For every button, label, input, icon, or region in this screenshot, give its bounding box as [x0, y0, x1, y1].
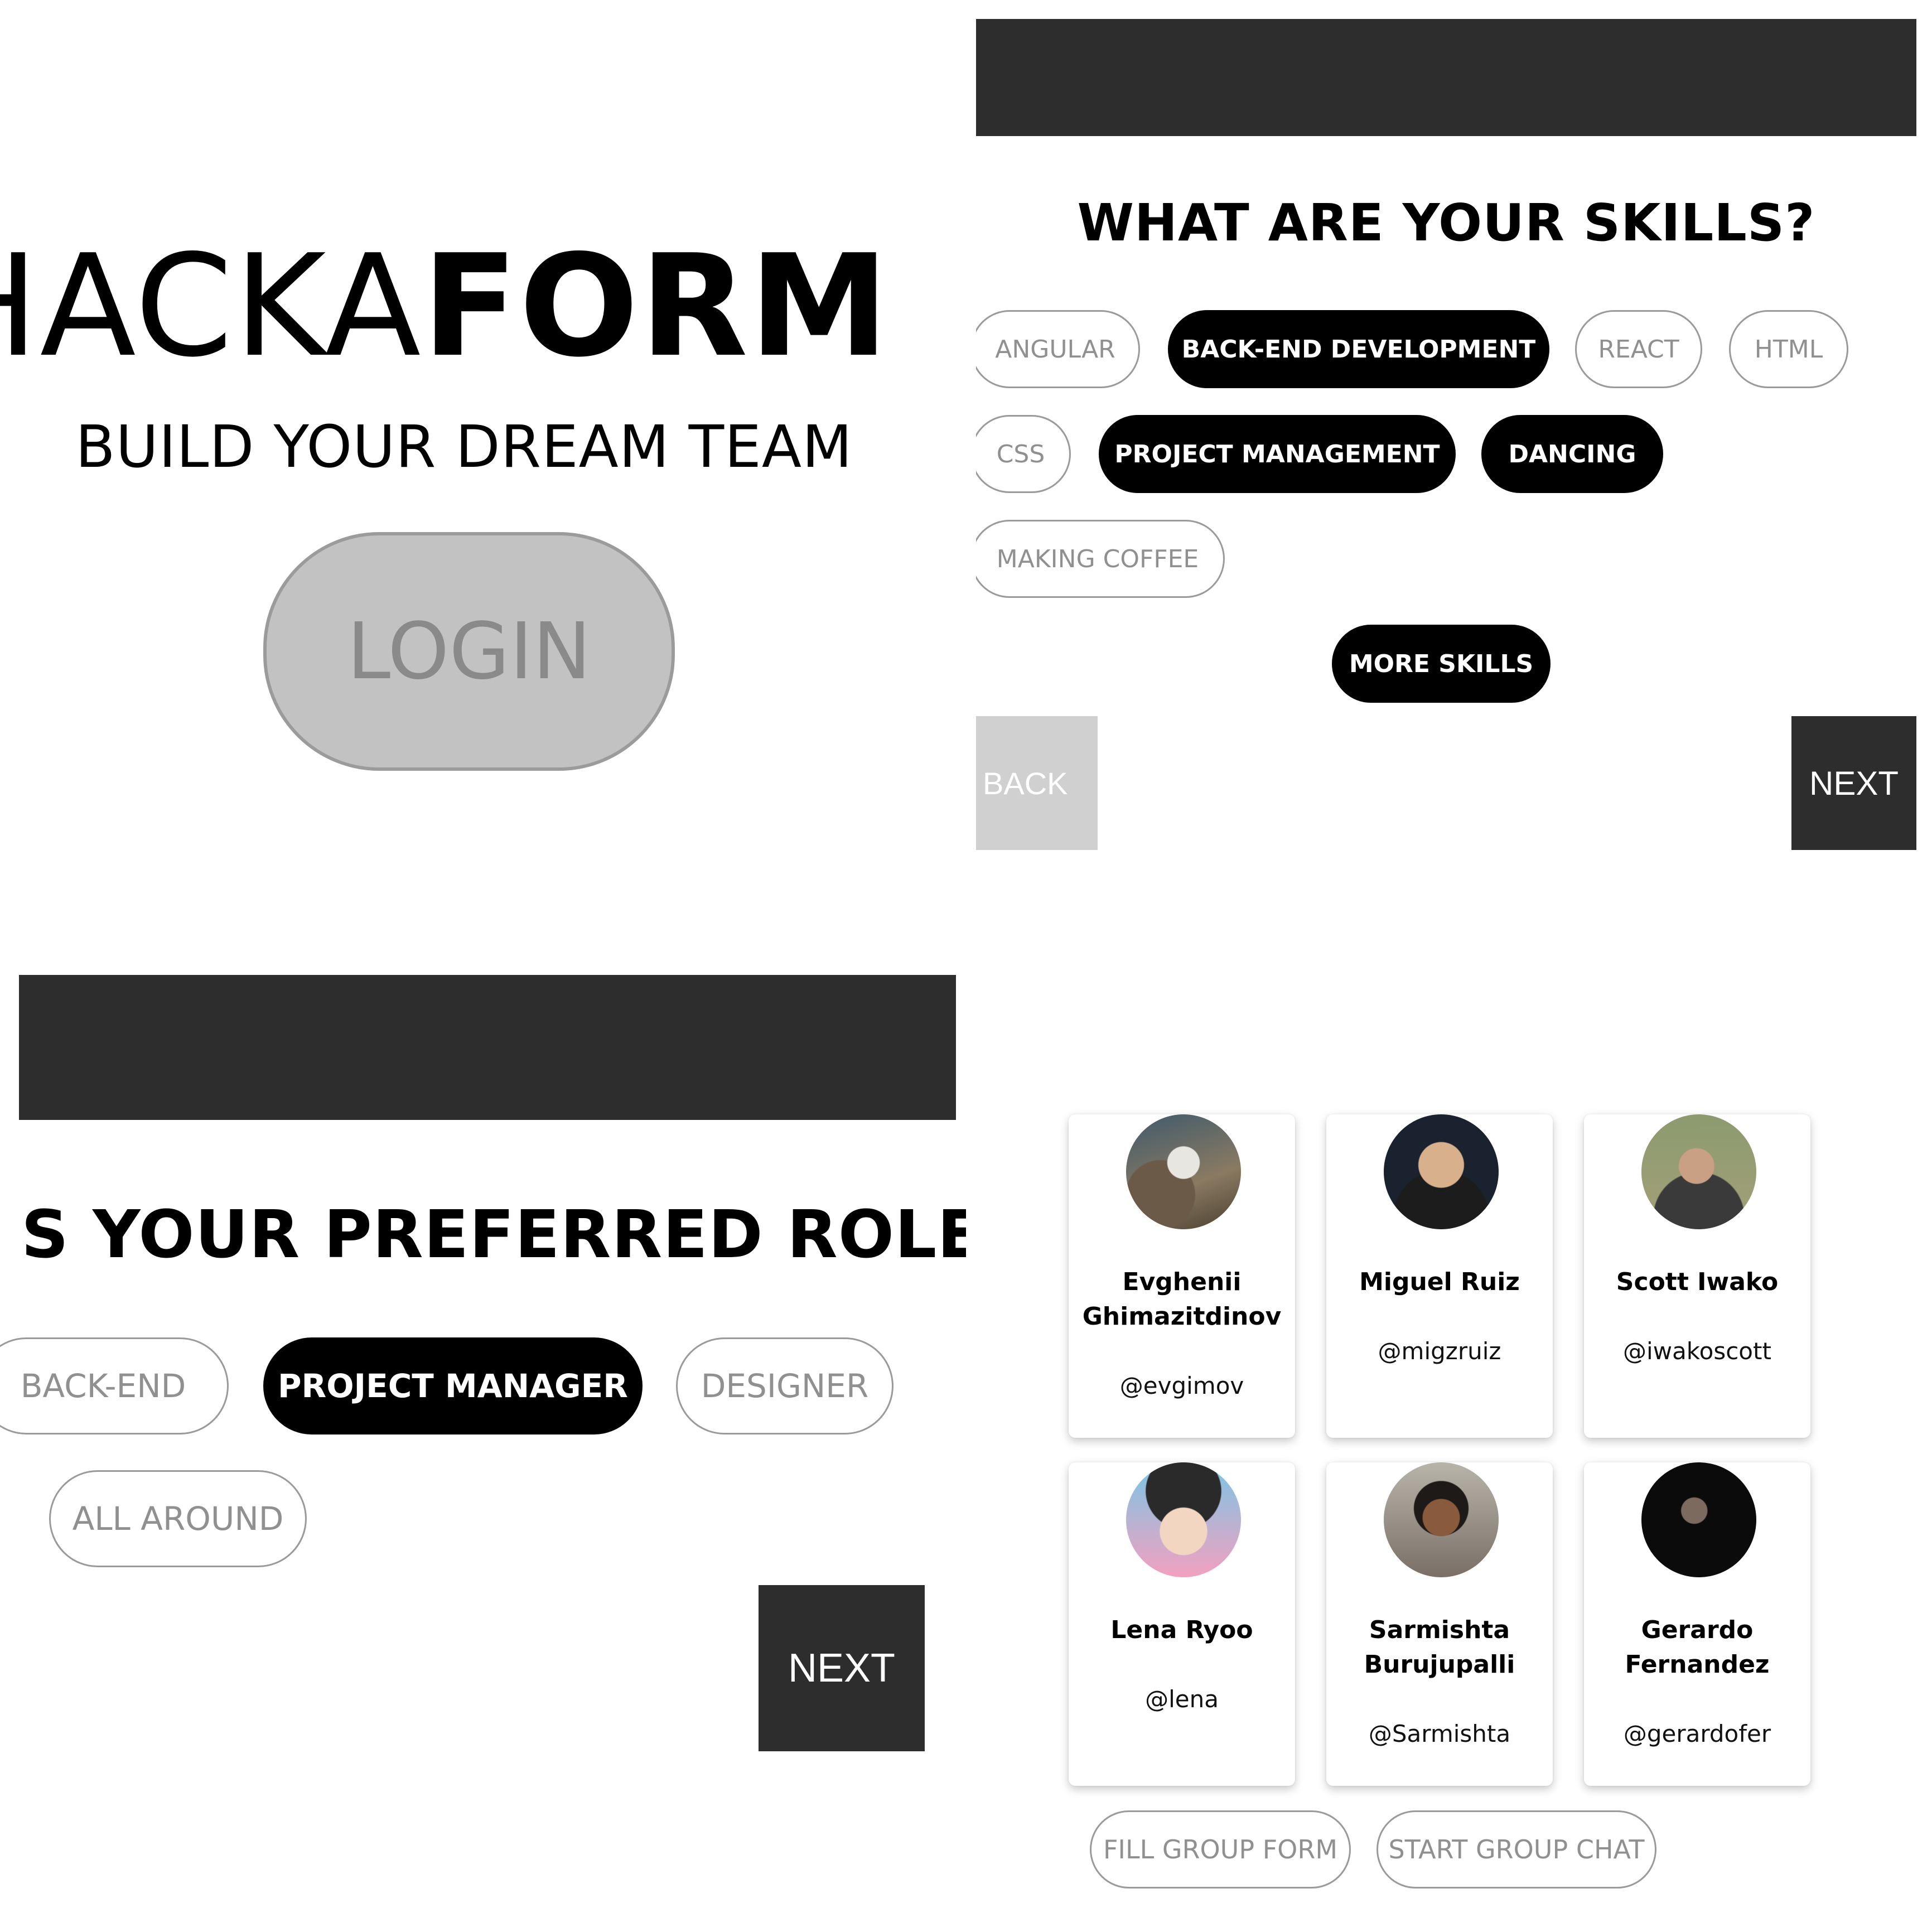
- member-card[interactable]: Scott Iwako @iwakoscott: [1584, 1114, 1810, 1438]
- avatar: [1641, 1114, 1756, 1229]
- login-screen: HACKAFORM BUILD YOUR DREAM TEAM LOGIN: [0, 0, 966, 966]
- page-title: S YOUR PREFERRED ROLE?: [21, 1196, 966, 1273]
- skill-back-end-development[interactable]: BACK-END DEVELOPMENT: [1168, 310, 1549, 388]
- back-button[interactable]: BACK: [976, 716, 1098, 850]
- member-handle: @migzruiz: [1378, 1337, 1501, 1365]
- avatar: [1641, 1462, 1756, 1577]
- role-all-around[interactable]: ALL AROUND: [49, 1470, 307, 1567]
- hackaform-logo: HACKAFORM: [0, 236, 966, 377]
- team-screen: Evghenii Ghimazitdinov @evgimov Miguel R…: [976, 975, 1932, 1932]
- role-label: BACK-END: [20, 1367, 186, 1405]
- member-name: Miguel Ruiz: [1359, 1268, 1520, 1296]
- more-skills-button[interactable]: MORE SKILLS: [1332, 625, 1551, 703]
- skill-css[interactable]: CSS: [976, 415, 1071, 493]
- avatar: [1384, 1462, 1499, 1577]
- avatar: [1126, 1462, 1241, 1577]
- skill-react[interactable]: REACT: [1575, 310, 1702, 388]
- member-card[interactable]: Lena Ryoo @lena: [1069, 1462, 1295, 1786]
- member-name: Gerardo Fernandez: [1625, 1616, 1770, 1679]
- avatar: [1126, 1114, 1241, 1229]
- member-card[interactable]: Miguel Ruiz @migzruiz: [1326, 1114, 1553, 1438]
- role-screen: S YOUR PREFERRED ROLE? BACK-END PROJECT …: [0, 975, 966, 1932]
- skill-label: CSS: [996, 439, 1045, 468]
- member-card[interactable]: Evghenii Ghimazitdinov @evgimov: [1069, 1114, 1295, 1438]
- start-group-chat-button[interactable]: START GROUP CHAT: [1376, 1810, 1656, 1888]
- skill-angular[interactable]: ANGULAR: [976, 310, 1140, 388]
- skill-project-management[interactable]: PROJECT MANAGEMENT: [1099, 415, 1456, 493]
- role-designer[interactable]: DESIGNER: [676, 1337, 893, 1434]
- member-name: Sarmishta Burujupalli: [1364, 1616, 1515, 1679]
- member-name: Evghenii Ghimazitdinov: [1082, 1268, 1282, 1331]
- fill-group-form-button[interactable]: FILL GROUP FORM: [1090, 1810, 1351, 1888]
- next-button-label: NEXT: [788, 1646, 896, 1690]
- member-handle: @lena: [1145, 1685, 1219, 1713]
- top-bar: [976, 19, 1916, 136]
- skill-label: ANGULAR: [995, 335, 1115, 364]
- back-button-label: BACK: [983, 765, 1068, 801]
- member-name: Scott Iwako: [1616, 1268, 1779, 1296]
- member-handle: @gerardofer: [1623, 1720, 1771, 1747]
- member-handle: @iwakoscott: [1623, 1337, 1771, 1365]
- member-card[interactable]: Gerardo Fernandez @gerardofer: [1584, 1462, 1810, 1786]
- logo-text-hacka: HACKA: [0, 225, 422, 388]
- more-skills-label: MORE SKILLS: [1349, 649, 1534, 678]
- member-handle: @evgimov: [1119, 1372, 1244, 1399]
- logo-text-form: FORM: [422, 225, 890, 388]
- role-back-end[interactable]: BACK-END: [0, 1337, 229, 1434]
- role-label: ALL AROUND: [72, 1500, 284, 1538]
- role-label: DESIGNER: [701, 1367, 869, 1405]
- skill-label: HTML: [1754, 335, 1823, 364]
- next-button[interactable]: NEXT: [1791, 716, 1916, 850]
- next-button-label: NEXT: [1809, 764, 1899, 802]
- role-project-manager[interactable]: PROJECT MANAGER: [263, 1337, 643, 1434]
- role-label: PROJECT MANAGER: [278, 1367, 628, 1405]
- skill-label: BACK-END DEVELOPMENT: [1181, 335, 1536, 364]
- member-handle: @Sarmishta: [1368, 1720, 1511, 1747]
- avatar: [1384, 1114, 1499, 1229]
- skill-label: DANCING: [1508, 439, 1636, 468]
- page-title: WHAT ARE YOUR SKILLS?: [1077, 193, 1815, 253]
- start-group-chat-label: START GROUP CHAT: [1388, 1834, 1645, 1865]
- top-bar: [19, 975, 956, 1120]
- next-button[interactable]: NEXT: [759, 1585, 925, 1751]
- fill-group-form-label: FILL GROUP FORM: [1103, 1834, 1338, 1865]
- member-card[interactable]: Sarmishta Burujupalli @Sarmishta: [1326, 1462, 1553, 1786]
- skill-making-coffee[interactable]: MAKING COFFEE: [976, 520, 1225, 598]
- skills-screen: WHAT ARE YOUR SKILLS? ANGULAR BACK-END D…: [976, 0, 1932, 966]
- skill-label: REACT: [1598, 335, 1679, 364]
- login-button-label: LOGIN: [347, 606, 591, 697]
- skill-dancing[interactable]: DANCING: [1481, 415, 1663, 493]
- member-name: Lena Ryoo: [1110, 1616, 1253, 1644]
- skill-label: PROJECT MANAGEMENT: [1114, 439, 1440, 468]
- tagline: BUILD YOUR DREAM TEAM: [75, 413, 853, 481]
- login-button[interactable]: LOGIN: [263, 532, 675, 771]
- skill-html[interactable]: HTML: [1729, 310, 1848, 388]
- skill-label: MAKING COFFEE: [996, 544, 1199, 573]
